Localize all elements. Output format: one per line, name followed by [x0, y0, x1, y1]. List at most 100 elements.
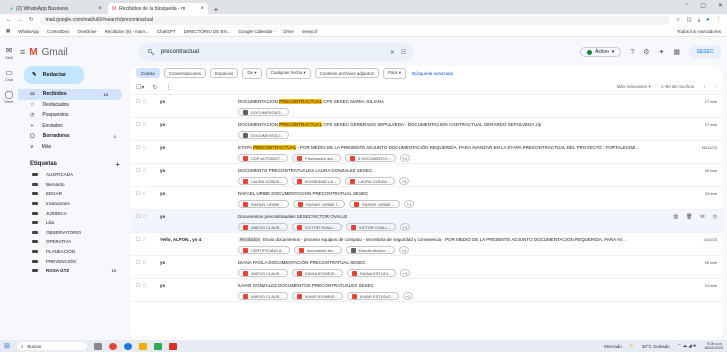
- store-icon[interactable]: [153, 342, 162, 350]
- mark-read-icon[interactable]: ✉: [700, 214, 704, 220]
- extensions-icon[interactable]: ◫: [687, 17, 692, 23]
- bookmark-item[interactable]: WhatsApp: [18, 29, 39, 34]
- attachment-chip[interactable]: documento tec...: [293, 246, 342, 254]
- attachment-chip[interactable]: IDONEIDAD LA...: [291, 177, 342, 185]
- taskbar-search[interactable]: ⌕ Buscar: [16, 342, 87, 350]
- attachment-chip[interactable]: IUVAR ESTUDIO...: [346, 292, 399, 300]
- maximize-icon[interactable]: ▢: [700, 2, 706, 9]
- profile-icon[interactable]: ●: [706, 17, 709, 23]
- label-item[interactable]: AUXIFICADA: [18, 170, 130, 180]
- chrome-icon[interactable]: [108, 342, 117, 350]
- url-field[interactable]: mail.google.com/mail/u/0/#search/precont…: [39, 15, 670, 25]
- table-row[interactable]: ☐ ☆ yo IUVAR GONZALEZ DOCUMENTOS PRECONTRA…: [130, 279, 723, 302]
- attachment-chip[interactable]: LAURA GONZA...: [238, 177, 288, 185]
- search-options-icon[interactable]: ☷: [401, 49, 406, 56]
- taskview-icon[interactable]: [93, 342, 102, 350]
- apps-icon[interactable]: ▦: [6, 28, 10, 34]
- delete-icon[interactable]: 🗑︎: [686, 214, 692, 220]
- more-attachments[interactable]: +1: [399, 223, 410, 231]
- all-bookmarks[interactable]: Todos los marcadores: [677, 29, 721, 34]
- attachment-chip[interactable]: ANEXO CLAUS...: [238, 223, 288, 231]
- tab-gmail[interactable]: M Recibidos de la búsqueda - m ×: [108, 3, 208, 14]
- star-icon[interactable]: ☆: [676, 17, 681, 23]
- attachment-chip[interactable]: RAFAEL URIBE ...: [349, 200, 401, 208]
- close-icon[interactable]: ×: [98, 6, 102, 12]
- checkbox-star-icon[interactable]: ☐ ☆: [136, 191, 154, 197]
- attachment-chip[interactable]: VICTOR OVALL...: [291, 223, 342, 231]
- table-row[interactable]: ☐ ☆ yo ETAPA PRECONTRACTUAL - POR MEDIO DE…: [130, 141, 723, 164]
- advanced-search-link[interactable]: Búsqueda avanzada: [412, 71, 453, 76]
- bookmark-item[interactable]: sesep.tl: [302, 29, 318, 34]
- more-attachments[interactable]: +1: [404, 200, 415, 208]
- new-tab-button[interactable]: +: [210, 5, 222, 14]
- attachment-chip[interactable]: 3 DOCUMENTO...: [345, 154, 396, 162]
- table-row[interactable]: ☐ ☆ yo RAFAEL URIBE DOCUMENTACIÓN PRECONTR…: [130, 187, 723, 210]
- settings-icon[interactable]: ⚙: [643, 48, 649, 56]
- more-attachments[interactable]: +1: [400, 269, 411, 277]
- prev-page-icon[interactable]: ‹: [704, 84, 706, 90]
- filter-spaces[interactable]: Espacios: [210, 68, 239, 78]
- windows-start-icon[interactable]: ⊞: [4, 342, 10, 350]
- edge-icon[interactable]: [123, 342, 132, 350]
- minimize-icon[interactable]: −: [685, 2, 689, 9]
- sidebar-item-inbox[interactable]: ▭ Recibidos 10: [18, 89, 122, 100]
- account-brand[interactable]: SESEC: [689, 45, 721, 59]
- more-attachments[interactable]: +1: [403, 292, 413, 300]
- attachment-chip[interactable]: IUVAR IDONEID...: [291, 292, 343, 300]
- table-row[interactable]: ☐ ☆ yo DOCUMENTACION PRECONTRACTUAL CPS SE…: [130, 118, 723, 141]
- attachment-chip[interactable]: VICTOR OVALL...: [345, 223, 396, 231]
- select-all-checkbox[interactable]: ☐▾: [136, 84, 144, 91]
- more-attachments[interactable]: +1: [399, 177, 410, 185]
- gemini-icon[interactable]: ✦: [659, 48, 665, 56]
- checkbox-star-icon[interactable]: ☐ ☆: [136, 145, 154, 151]
- attachment-chip[interactable]: DOCUMENTACI...: [238, 108, 289, 116]
- download-icon[interactable]: ⤓: [698, 17, 700, 24]
- attachment-chip[interactable]: RAFAEL URIBE ...: [238, 200, 289, 208]
- attachment-chip[interactable]: ANEXO CLAUS...: [238, 292, 288, 300]
- table-row[interactable]: ☐ ☆ yo DIANA PAOLA DOCUMENTACIÓN PRECONTRA…: [130, 256, 723, 279]
- rail-chat[interactable]: ▭ Chat: [0, 68, 18, 82]
- attachment-chip[interactable]: CERTIFICADO A...: [238, 246, 290, 254]
- more-attachments[interactable]: +1: [399, 246, 410, 254]
- attachment-chip[interactable]: LAURA GONZA...: [345, 177, 396, 185]
- filter-to[interactable]: Para ▾: [382, 67, 406, 79]
- attachment-chip[interactable]: Estudio técnico ...: [345, 246, 396, 254]
- label-item[interactable]: Lilia: [18, 218, 130, 228]
- table-row[interactable]: ☐ ☆ yo DOCUMENTO PRECONTRATUALES LAURA GON…: [130, 164, 723, 187]
- checkbox-star-icon[interactable]: ☐ ☆: [136, 237, 154, 243]
- bookmark-item[interactable]: Google Calendar -: [239, 29, 276, 34]
- label-item[interactable]: JURIDICA: [18, 208, 130, 218]
- attachment-chip[interactable]: DIANA ESTUDI...: [346, 269, 397, 277]
- tab-whatsapp[interactable]: ● (2) WhatsApp Business ×: [6, 3, 106, 14]
- filter-conversations[interactable]: Conversaciones: [163, 68, 207, 78]
- label-item[interactable]: ROSA GTZ 15: [18, 266, 130, 276]
- bookmark-item[interactable]: ControlDoc: [47, 29, 70, 34]
- attachment-chip[interactable]: CDP AUTOMOT...: [238, 154, 289, 162]
- app-icon[interactable]: [168, 342, 177, 350]
- checkbox-star-icon[interactable]: ☐ ☆: [136, 99, 154, 105]
- hamburger-icon[interactable]: ≡: [20, 47, 25, 57]
- table-row[interactable]: ☐ ☆ Yello, ALFON., yo 4 Recibidos Envio do…: [130, 233, 723, 256]
- attachment-chip[interactable]: Priorización aut...: [292, 154, 341, 162]
- compose-button[interactable]: ✎ Redactar: [24, 66, 84, 84]
- explorer-icon[interactable]: [138, 342, 147, 350]
- label-item[interactable]: Bernardo: [18, 180, 130, 190]
- label-item[interactable]: OBSERVATORIO: [18, 228, 130, 238]
- label-item[interactable]: Invitaciones: [18, 199, 130, 209]
- label-item[interactable]: PLANEACIÓN: [18, 247, 130, 257]
- next-page-icon[interactable]: ›: [716, 84, 718, 90]
- help-icon[interactable]: ?: [630, 49, 634, 56]
- table-row[interactable]: ☐ ☆ yo Documentos precontratuales SESECVIC…: [130, 210, 723, 233]
- label-item[interactable]: EDGAR: [18, 189, 130, 199]
- reload-icon[interactable]: ↻: [29, 17, 34, 23]
- bookmark-item[interactable]: Drive: [283, 29, 294, 34]
- attachment-chip[interactable]: RAFAEL URIBE I...: [292, 200, 346, 208]
- search-icon[interactable]: 🔍︎: [147, 49, 155, 56]
- sidebar-item-sent[interactable]: ➢ Enviados: [18, 121, 130, 132]
- checkbox-star-icon[interactable]: ☐ ☆: [136, 122, 154, 128]
- filter-has-attachment[interactable]: Contiene archivos adjuntos: [314, 68, 379, 78]
- status-toggle[interactable]: Activo ▾: [580, 47, 622, 57]
- sidebar-item-starred[interactable]: ☆ Destacados: [18, 100, 130, 111]
- archive-icon[interactable]: ▥: [673, 214, 678, 220]
- apps-grid-icon[interactable]: ▦: [673, 48, 680, 56]
